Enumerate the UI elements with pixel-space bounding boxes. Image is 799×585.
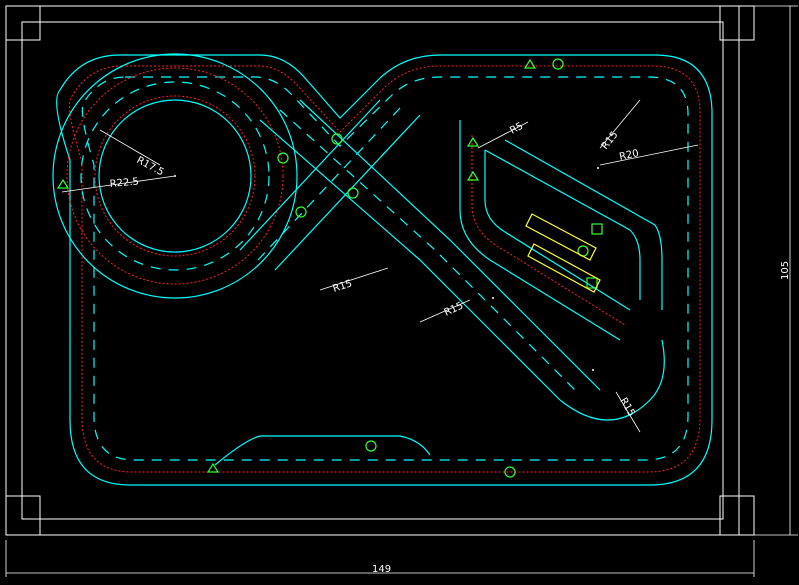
triangle-marker-icon [56,178,70,189]
siding-cars [525,213,601,293]
height-dimension-label: 105 [780,261,791,280]
triangle-marker-icon [523,58,537,69]
crossover-lane-2 [257,107,401,261]
center-point [174,175,176,177]
leader-r15-b [319,267,389,291]
siding [214,120,665,466]
label-r15-a: R15 [600,130,621,152]
outer-track-outer-edge [56,54,713,486]
center-point [597,167,599,169]
width-dimension-label: 149 [372,564,391,575]
label-r17-5: R17.5 [135,155,166,178]
leader-r20 [599,144,699,166]
label-r15-c: R15 [443,300,465,318]
leader-r17-5 [99,129,161,166]
inner-frame [21,21,724,520]
center-point [492,297,494,299]
siding-spur-b [504,139,663,310]
center-points [174,167,599,371]
center-point [592,369,594,371]
corner-post-bl [5,495,41,536]
label-r20: R20 [618,148,640,163]
radius-leaders [61,99,699,433]
crossover-edge-c [239,99,381,251]
left-rail [5,39,23,497]
bottom-rail [39,518,721,536]
corner-post-tr [719,5,755,41]
car-outline-upper [525,213,597,261]
radius-labels: R17.5 R22.5 R5 R15 R20 R15 R15 R15 [109,121,640,419]
circle-marker-icon [365,440,377,452]
bottom-bypass [214,435,431,466]
crossover-lane [279,109,581,396]
square-marker-icon [591,223,603,235]
top-rail [39,5,721,23]
label-r5: R5 [508,121,525,137]
circle-marker-icon [277,152,289,164]
triangle-marker-icon [206,462,220,473]
label-r15-d: R15 [617,396,636,419]
crossover-edge-b [299,99,601,391]
corner-post-tl [5,5,41,41]
triangle-marker-icon [466,170,480,181]
cad-drawing-canvas: 149 105 R17.5 R22.5 R5 R15 R20 R15 R15 R… [0,0,799,581]
siding-edge-b [484,150,631,311]
circle-marker-icon [552,58,564,70]
outer-track [56,54,713,486]
triangle-marker-icon [466,136,480,147]
inner-return-curve [559,339,665,421]
crossover-edge-a [259,119,561,401]
corner-post-br [719,495,755,536]
circle-marker-icon [347,187,359,199]
label-r22-5: R22.5 [109,176,139,190]
label-r15-b: R15 [332,278,354,295]
circle-marker-icon [295,206,307,218]
dimensions: 149 105 [5,5,798,577]
right-rail [722,39,740,497]
